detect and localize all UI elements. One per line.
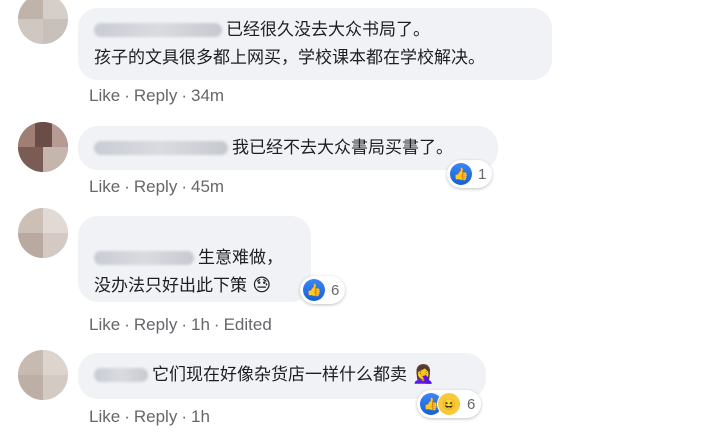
reply-link[interactable]: Reply xyxy=(134,177,177,196)
avatar[interactable] xyxy=(18,350,68,400)
reply-link[interactable]: Reply xyxy=(134,86,177,105)
reaction-summary[interactable]: 👍 😆 6 xyxy=(417,390,482,418)
timestamp[interactable]: 45m xyxy=(191,177,224,196)
edited-label[interactable]: Edited xyxy=(224,315,272,334)
timestamp[interactable]: 1h xyxy=(191,315,210,334)
like-link[interactable]: Like xyxy=(89,315,120,334)
author-name-blurred[interactable] xyxy=(94,251,194,265)
like-link[interactable]: Like xyxy=(89,86,120,105)
reaction-count: 6 xyxy=(331,281,340,299)
comment-text-line: 我已经不去大众書局买書了。 xyxy=(232,138,453,158)
reaction-summary[interactable]: 👍 1 xyxy=(447,160,493,188)
comment-text-line: 已经很久没去大众书局了。 xyxy=(226,20,430,40)
reaction-count: 1 xyxy=(478,165,487,183)
comment-actions: Like · Reply · 34m xyxy=(89,86,225,105)
reply-link[interactable]: Reply xyxy=(134,407,177,426)
author-name-blurred[interactable] xyxy=(94,23,222,37)
like-icon: 👍 xyxy=(450,163,472,185)
like-link[interactable]: Like xyxy=(89,177,120,196)
comment-bubble: 已经很久没去大众书局了。 孩子的文具很多都上网买，学校课本都在学校解决。 xyxy=(78,8,552,80)
avatar[interactable] xyxy=(18,0,68,44)
reply-link[interactable]: Reply xyxy=(134,315,177,334)
avatar[interactable] xyxy=(18,122,68,172)
like-link[interactable]: Like xyxy=(89,407,120,426)
comment-text-line: 它们现在好像杂货店一样什么都卖 xyxy=(152,365,407,385)
avatar[interactable] xyxy=(18,208,68,258)
timestamp[interactable]: 1h xyxy=(191,407,210,426)
facepalm-emoji: 🤦‍♀️ xyxy=(412,364,435,385)
comment-actions: Like · Reply · 1h xyxy=(89,407,210,426)
comment-text-line: 生意难做， xyxy=(198,248,283,268)
comment-bubble: 我已经不去大众書局买書了。 xyxy=(78,126,498,170)
reaction-count: 6 xyxy=(467,395,476,413)
comment-text-line: 没办法只好出此下策 xyxy=(94,276,247,296)
reaction-summary[interactable]: 👍 6 xyxy=(300,276,346,304)
haha-icon: 😆 xyxy=(437,392,461,416)
author-name-blurred[interactable] xyxy=(94,141,228,155)
comment-bubble: 生意难做， 没办法只好出此下策 😓 xyxy=(78,216,311,302)
comment-actions: Like · Reply · 1h · Edited xyxy=(89,315,272,334)
like-icon: 👍 xyxy=(303,279,325,301)
timestamp[interactable]: 34m xyxy=(191,86,224,105)
downcast-sweat-emoji: 😓 xyxy=(252,275,272,296)
comment-text-line: 孩子的文具很多都上网买，学校课本都在学校解决。 xyxy=(94,48,485,68)
comment-actions: Like · Reply · 45m xyxy=(89,177,225,196)
author-name-blurred[interactable] xyxy=(94,368,148,382)
